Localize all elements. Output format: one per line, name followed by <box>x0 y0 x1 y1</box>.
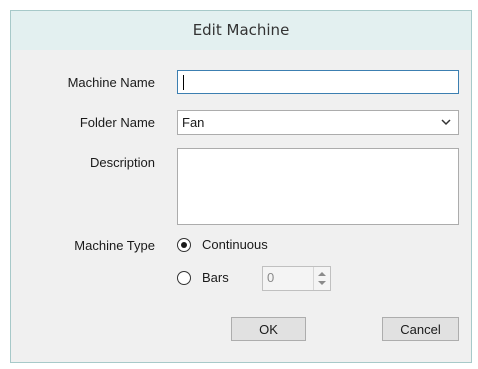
bars-radio-label[interactable]: Bars <box>202 270 229 285</box>
folder-name-value: Fan <box>182 115 205 130</box>
machine-name-input[interactable] <box>178 71 458 93</box>
folder-name-dropdown[interactable]: Fan <box>177 110 459 135</box>
folder-name-label: Folder Name <box>79 115 155 130</box>
continuous-radio-label[interactable]: Continuous <box>202 237 268 252</box>
radio-selected-dot <box>181 242 187 248</box>
machine-name-field[interactable] <box>177 70 459 94</box>
description-textarea[interactable] <box>177 148 459 225</box>
text-caret <box>183 75 184 90</box>
cancel-button[interactable]: Cancel <box>382 317 459 341</box>
bars-count-spinner[interactable]: 0 <box>262 266 331 291</box>
continuous-radio[interactable] <box>177 238 191 252</box>
dialog-title: Edit Machine <box>11 11 471 50</box>
description-label: Description <box>89 155 155 170</box>
chevron-down-icon <box>440 115 452 129</box>
machine-type-label: Machine Type <box>74 238 155 253</box>
spinner-arrows[interactable] <box>313 267 330 290</box>
bars-radio[interactable] <box>177 271 191 285</box>
spinner-up-icon[interactable] <box>318 272 326 276</box>
spinner-down-icon[interactable] <box>318 281 326 285</box>
ok-button[interactable]: OK <box>231 317 306 341</box>
machine-name-label: Machine Name <box>67 75 155 90</box>
bars-count-value: 0 <box>267 270 275 285</box>
edit-machine-dialog: Edit Machine Machine Name Folder Name Fa… <box>10 10 472 363</box>
